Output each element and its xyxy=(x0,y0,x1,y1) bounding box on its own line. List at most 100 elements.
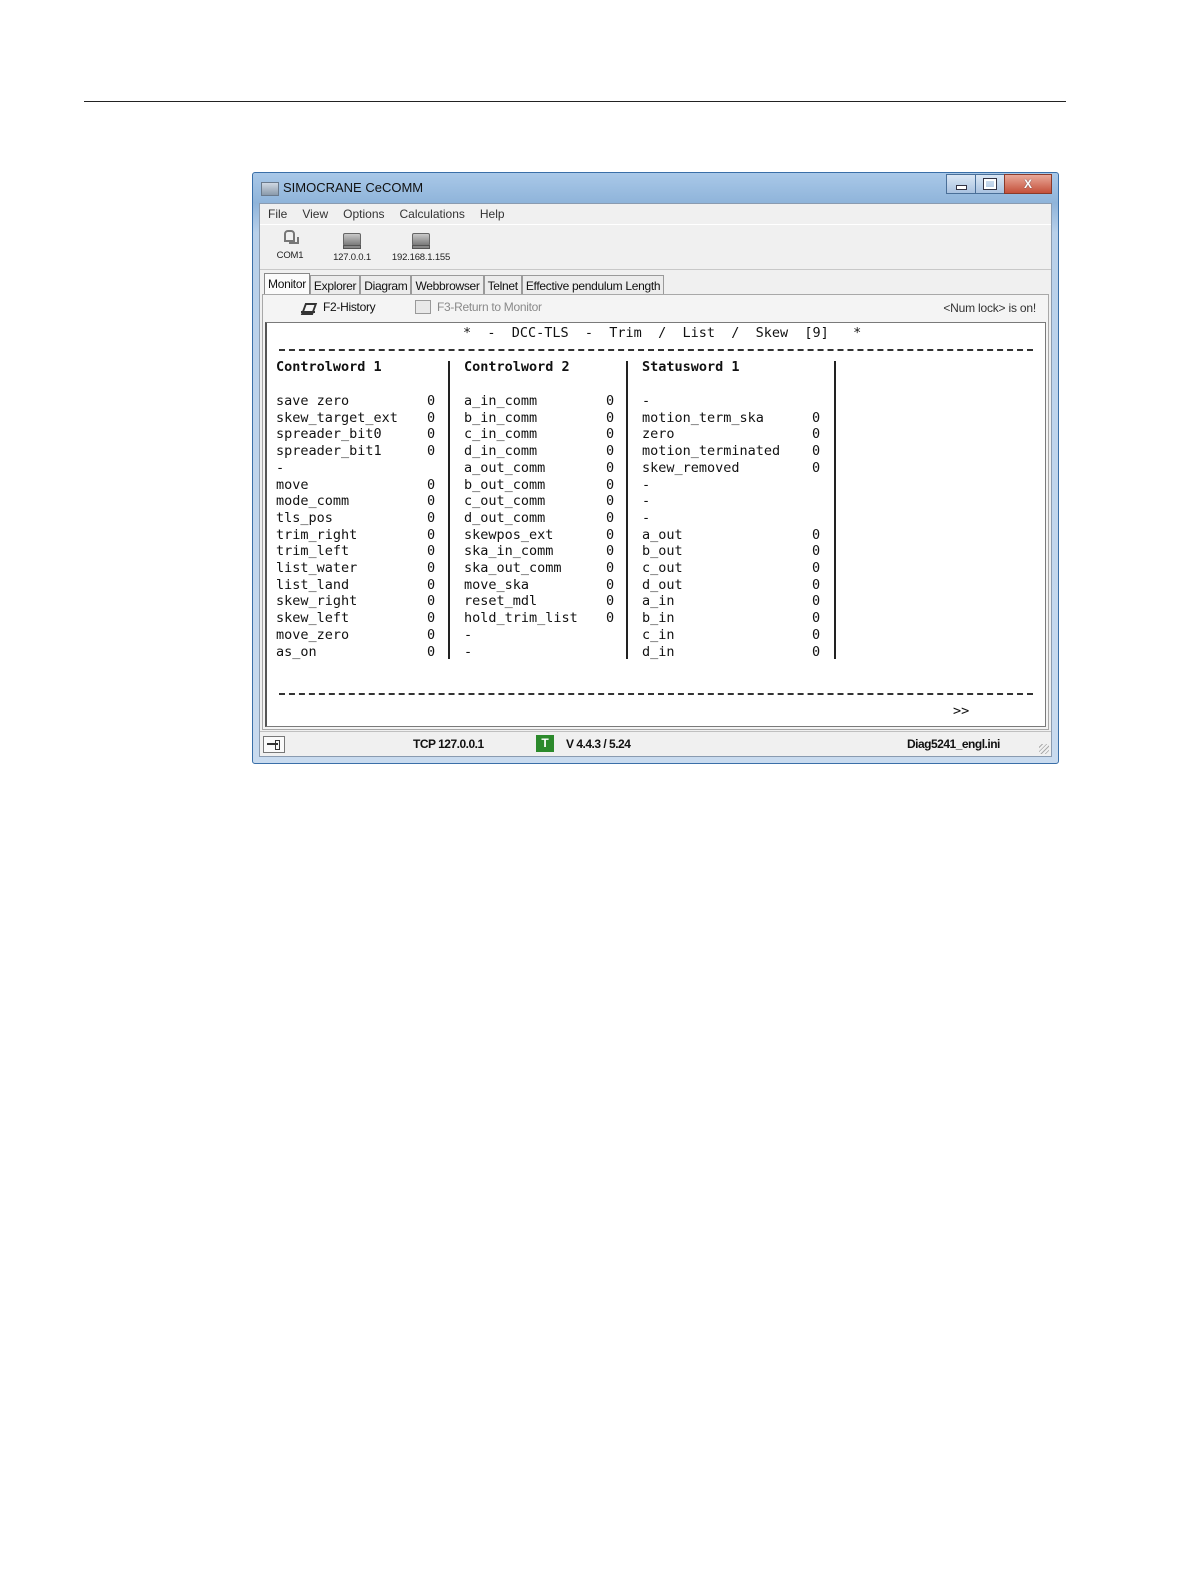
cw1-signal: as_on xyxy=(276,643,317,660)
tab-bar: Monitor Explorer Diagram Webbrowser Teln… xyxy=(264,273,665,296)
cw1-value: 0 xyxy=(427,576,436,593)
sw1-signal: a_out xyxy=(642,526,683,543)
tab-telnet[interactable]: Telnet xyxy=(483,275,522,296)
sw1-signal: - xyxy=(642,493,651,510)
sw1-value: 0 xyxy=(812,543,821,560)
network-pc-icon xyxy=(343,233,361,249)
status-bar: TCP 127.0.0.1 T V 4.4.3 / 5.24 Diag5241_… xyxy=(260,731,1051,756)
cw1-value: 0 xyxy=(427,426,436,443)
pin-icon[interactable] xyxy=(263,736,285,753)
window-controls: X xyxy=(946,174,1052,194)
cw1-signal: list_water xyxy=(276,560,358,576)
next-page-indicator[interactable]: >> xyxy=(953,703,969,719)
terminal-top-divider xyxy=(279,349,1033,351)
return-to-monitor-button[interactable]: F3-Return to Monitor xyxy=(415,300,542,314)
monitor-terminal[interactable]: * - DCC-TLS - Trim / List / Skew [9] * C… xyxy=(265,322,1046,727)
cw1-value: 0 xyxy=(427,526,436,543)
localhost-label: 127.0.0.1 xyxy=(333,252,371,263)
history-icon xyxy=(301,300,315,314)
version-label: V 4.4.3 / 5.24 xyxy=(566,737,631,751)
menu-view[interactable]: View xyxy=(294,204,335,223)
terminal-bottom-divider xyxy=(279,693,1033,695)
cw1-signal: move xyxy=(276,476,309,493)
cw1-value: 0 xyxy=(427,493,436,510)
client-area: File View Options Calculations Help COM1… xyxy=(259,203,1052,757)
cw1-signal: spreader_bit1 xyxy=(276,443,382,460)
header-statusword-1: Statusword 1 xyxy=(642,359,740,375)
menu-file[interactable]: File xyxy=(260,204,294,223)
cw2-value: 0 xyxy=(606,409,615,426)
close-icon: X xyxy=(1023,177,1032,191)
close-button[interactable]: X xyxy=(1004,174,1052,194)
cw2-value: 0 xyxy=(606,610,615,627)
cw2-value: 0 xyxy=(606,593,615,610)
cw1-signal: skew_target_ext xyxy=(276,409,398,426)
cw2-signal: a_out_comm xyxy=(464,459,546,476)
cw1-value: 0 xyxy=(427,443,436,460)
column-separator xyxy=(626,361,628,659)
menu-calculations[interactable]: Calculations xyxy=(392,204,472,223)
sw1-signal: d_in xyxy=(642,643,675,660)
cw2-value: 0 xyxy=(606,493,615,510)
cw2-value: 0 xyxy=(606,526,615,543)
cw1-signal: skew_left xyxy=(276,610,350,627)
monitor-panel: F2-History F3-Return to Monitor <Num loc… xyxy=(262,294,1049,730)
cw1-value: 0 xyxy=(427,626,436,643)
numlock-status: <Num lock> is on! xyxy=(943,301,1036,315)
sw1-value: 0 xyxy=(812,526,821,543)
column-separator xyxy=(834,361,836,659)
menu-help[interactable]: Help xyxy=(472,204,512,223)
cw2-signal: reset_mdl xyxy=(464,593,538,610)
resize-grip[interactable] xyxy=(1039,744,1049,754)
toolbar: COM1 127.0.0.1 192.168.1.155 xyxy=(260,224,1051,270)
tab-explorer[interactable]: Explorer xyxy=(309,275,361,296)
sw1-value: 0 xyxy=(812,626,821,643)
cw1-value: 0 xyxy=(427,409,436,426)
menu-bar: File View Options Calculations Help xyxy=(260,204,1051,223)
cw2-signal: skewpos_ext xyxy=(464,526,554,543)
maximize-button[interactable] xyxy=(975,174,1005,194)
com1-button[interactable]: COM1 xyxy=(262,227,318,265)
sw1-signal: c_in xyxy=(642,626,675,643)
cw2-signal: - xyxy=(464,643,473,660)
window-title: SIMOCRANE CeCOMM xyxy=(283,180,424,195)
sw1-signal: zero xyxy=(642,426,675,443)
remote-connection-button[interactable]: 192.168.1.155 xyxy=(386,227,456,265)
cw2-value: 0 xyxy=(606,393,615,409)
cw2-value: 0 xyxy=(606,459,615,476)
terminal-title: * - DCC-TLS - Trim / List / Skew [9] * xyxy=(463,325,862,341)
title-bar[interactable]: SIMOCRANE CeCOMM X xyxy=(253,173,1058,201)
network-pc-icon xyxy=(412,233,430,249)
localhost-connection-button[interactable]: 127.0.0.1 xyxy=(324,227,380,265)
sw1-signal: c_out xyxy=(642,560,683,576)
tab-diagram[interactable]: Diagram xyxy=(360,275,412,296)
sw1-value: 0 xyxy=(812,610,821,627)
monitor-icon xyxy=(415,300,431,314)
minimize-button[interactable] xyxy=(946,174,976,194)
ini-file-label: Diag5241_engl.ini xyxy=(907,737,1000,751)
sw1-signal: motion_terminated xyxy=(642,443,781,460)
tab-webbrowser[interactable]: Webbrowser xyxy=(411,275,484,296)
cw1-signal: trim_left xyxy=(276,543,350,560)
com1-label: COM1 xyxy=(276,250,304,261)
maximize-icon xyxy=(983,178,997,190)
sw1-signal: a_in xyxy=(642,593,675,610)
cw2-value: 0 xyxy=(606,560,615,576)
cw2-signal: b_in_comm xyxy=(464,409,538,426)
sw1-value: 0 xyxy=(812,593,821,610)
tab-effective-pendulum-length[interactable]: Effective pendulum Length xyxy=(521,275,665,296)
monitor-subbar: F2-History F3-Return to Monitor <Num loc… xyxy=(263,295,1048,321)
sw1-signal: skew_removed xyxy=(642,459,740,476)
cw1-signal: save zero xyxy=(276,393,350,409)
sw1-value: 0 xyxy=(812,443,821,460)
cw2-signal: ska_out_comm xyxy=(464,560,562,576)
menu-options[interactable]: Options xyxy=(335,204,391,223)
tab-monitor[interactable]: Monitor xyxy=(264,273,310,296)
history-button[interactable]: F2-History xyxy=(301,300,376,314)
sw1-value: 0 xyxy=(812,576,821,593)
app-window: SIMOCRANE CeCOMM X File View Options Cal… xyxy=(252,172,1059,764)
cw1-value: 0 xyxy=(427,476,436,493)
cw1-value: 0 xyxy=(427,543,436,560)
cw1-signal: spreader_bit0 xyxy=(276,426,382,443)
header-controlword-2: Controlword 2 xyxy=(464,359,570,375)
